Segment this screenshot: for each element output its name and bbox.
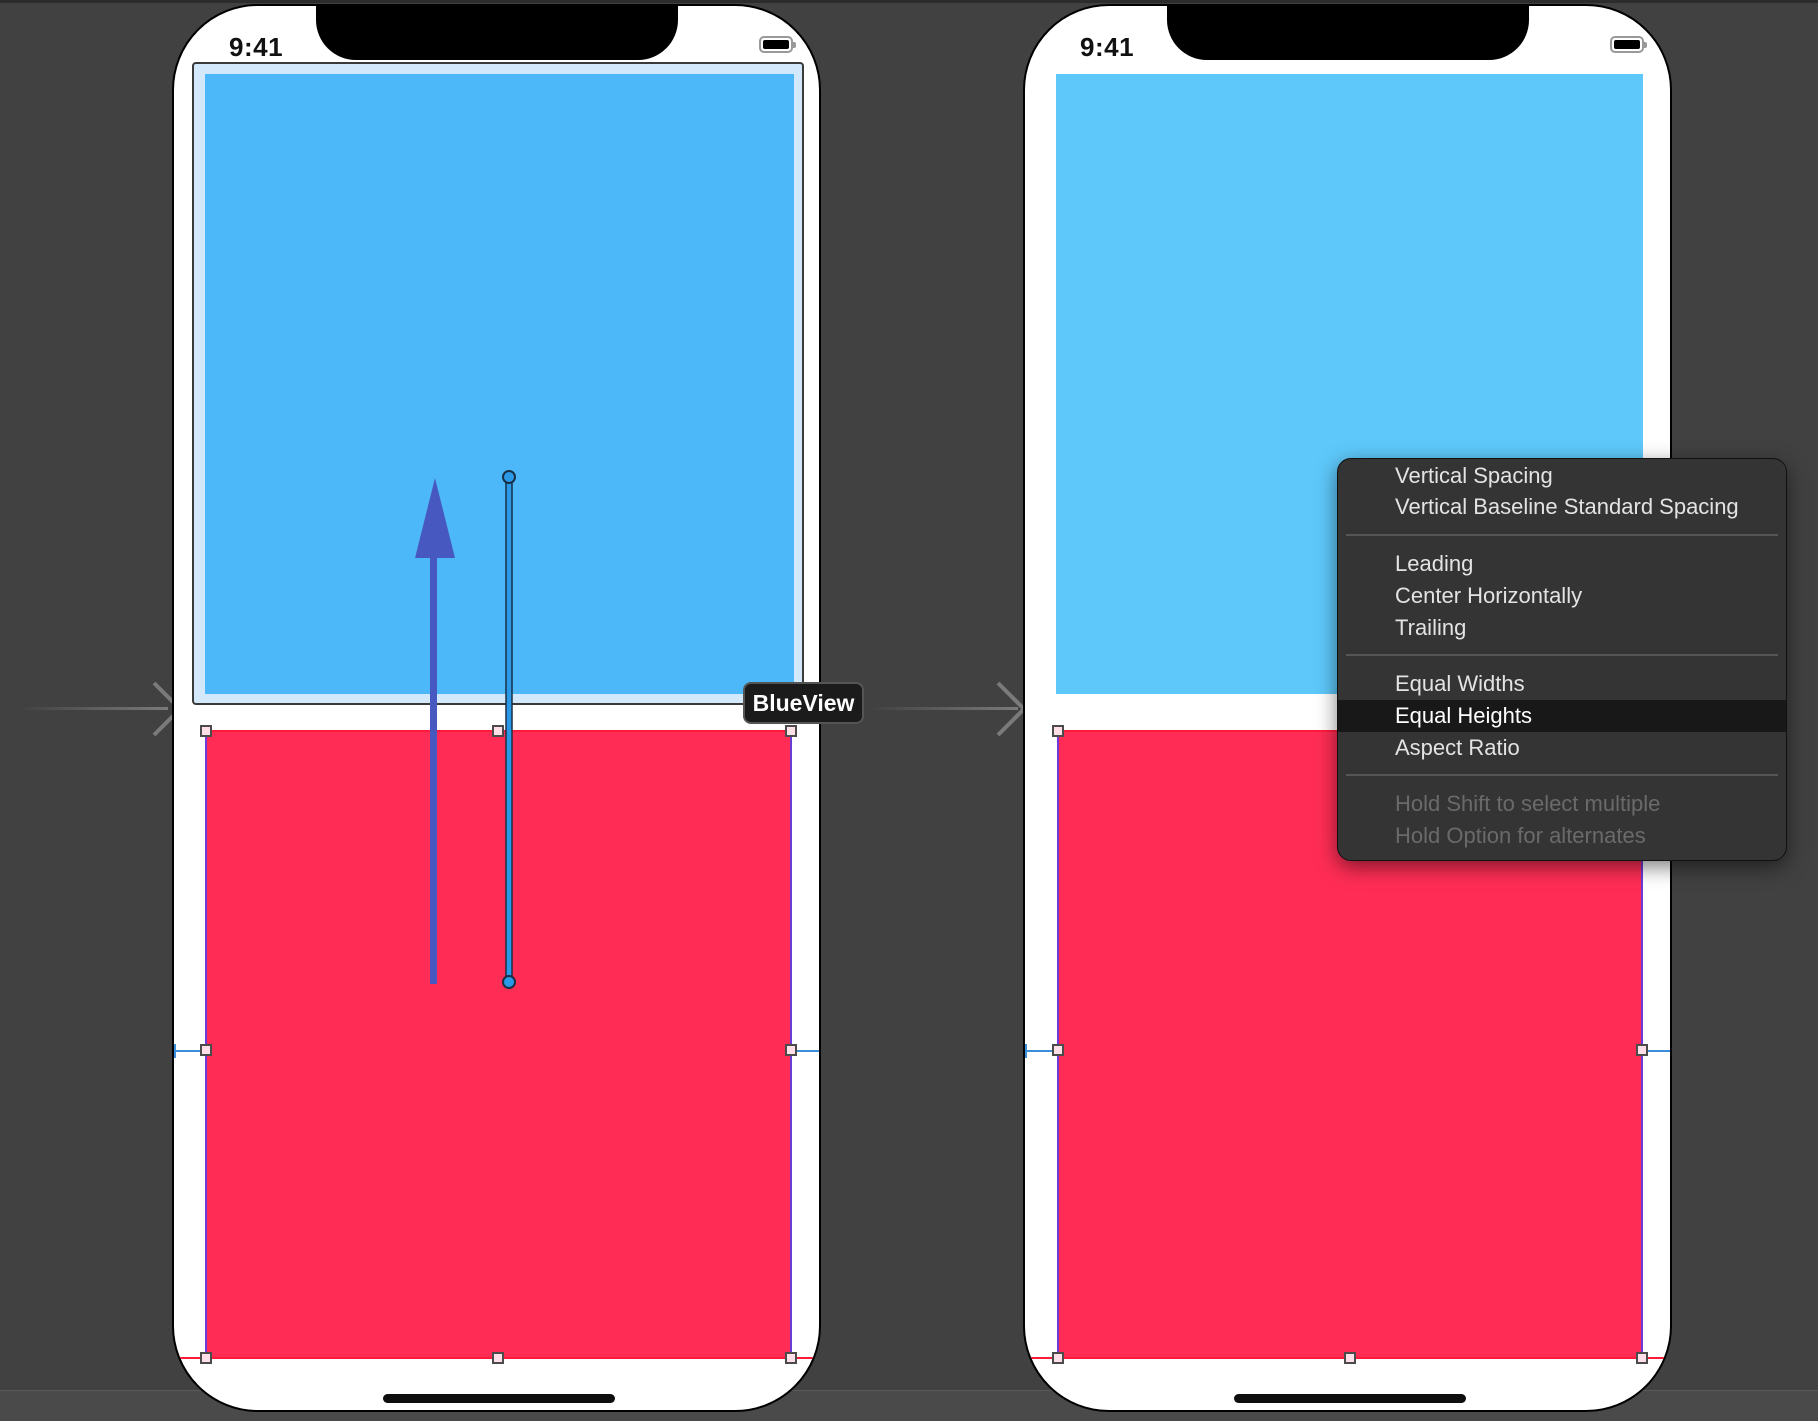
- menu-item-vertical-baseline-standard-spacing[interactable]: Vertical Baseline Standard Spacing: [1338, 491, 1786, 523]
- initial-view-controller-arrow-left: [18, 681, 183, 737]
- home-indicator: [1234, 1394, 1466, 1403]
- upward-drag-arrow-icon: [415, 478, 455, 984]
- trailing-constraint-cap: [1670, 1044, 1672, 1058]
- menu-item-vertical-spacing[interactable]: Vertical Spacing: [1338, 460, 1786, 492]
- menu-separator: [1346, 774, 1778, 776]
- menu-item-leading[interactable]: Leading: [1338, 548, 1786, 580]
- home-indicator: [383, 1394, 615, 1403]
- initial-view-controller-arrow-right: [868, 681, 1027, 737]
- leading-constraint-cap: [1025, 1044, 1027, 1058]
- resize-handle-bottom-left[interactable]: [1052, 1352, 1064, 1364]
- resize-handle-mid-right[interactable]: [1636, 1044, 1648, 1056]
- top-edge: [0, 0, 1818, 3]
- status-bar-time: 9:41: [1080, 32, 1135, 62]
- drag-annotation: [415, 470, 516, 989]
- drag-target-tooltip: BlueView: [743, 682, 864, 724]
- resize-handle-top-left[interactable]: [1052, 725, 1064, 737]
- menu-separator: [1346, 654, 1778, 656]
- menu-separator: [1346, 534, 1778, 536]
- resize-handle-mid-left[interactable]: [1052, 1044, 1064, 1056]
- battery-icon: [759, 36, 796, 53]
- iphone-scene-left: 9:41: [172, 4, 821, 1412]
- control-drag-line[interactable]: [502, 470, 516, 989]
- device-notch: [316, 6, 678, 60]
- menu-item-equal-widths[interactable]: Equal Widths: [1338, 668, 1786, 700]
- leading-constraint: [1025, 1050, 1053, 1052]
- menu-item-aspect-ratio[interactable]: Aspect Ratio: [1338, 732, 1786, 764]
- device-notch: [1167, 6, 1529, 60]
- menu-item-trailing[interactable]: Trailing: [1338, 612, 1786, 644]
- trailing-constraint-cap: [819, 1044, 821, 1058]
- menu-hint-shift: Hold Shift to select multiple: [1395, 791, 1661, 816]
- resize-handle-bottom-center[interactable]: [1344, 1352, 1356, 1364]
- menu-item-center-horizontally[interactable]: Center Horizontally: [1338, 580, 1786, 612]
- trailing-constraint: [1647, 1050, 1670, 1052]
- menu-item-equal-heights[interactable]: Equal Heights: [1338, 700, 1786, 732]
- constraint-context-menu: Vertical Spacing Vertical Baseline Stand…: [1337, 458, 1787, 861]
- menu-hint-option: Hold Option for alternates: [1395, 823, 1646, 848]
- battery-icon: [1610, 36, 1647, 53]
- status-bar-time: 9:41: [229, 32, 284, 62]
- resize-handle-bottom-right[interactable]: [1636, 1352, 1648, 1364]
